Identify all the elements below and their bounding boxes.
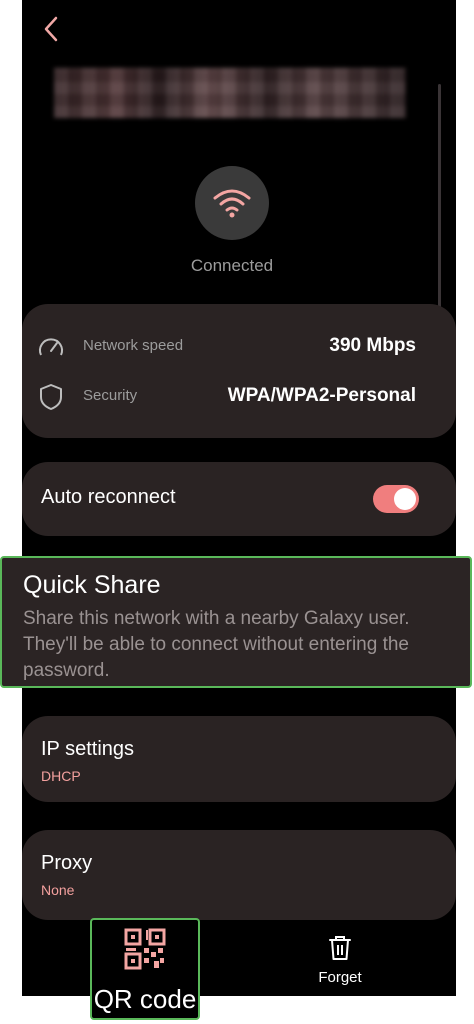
qr-code-icon [124, 928, 166, 970]
ip-settings-value: DHCP [41, 768, 81, 784]
quick-share-item[interactable]: Quick Share Share this network with a ne… [0, 556, 472, 688]
wifi-icon [213, 189, 251, 218]
network-speed-label: Network speed [83, 337, 184, 354]
network-name-redacted [54, 68, 406, 118]
connection-status: Connected [190, 256, 274, 275]
chevron-left-icon [44, 16, 58, 42]
auto-reconnect-card[interactable]: Auto reconnect [22, 462, 456, 536]
auto-reconnect-toggle[interactable] [373, 485, 419, 513]
qr-code-label: QR code [93, 984, 197, 1014]
wifi-details-screen: Connected Network speed 390 Mbps Securit… [22, 0, 456, 996]
forget-button[interactable]: Forget [300, 934, 380, 994]
scrollbar[interactable] [438, 84, 441, 324]
proxy-title: Proxy [41, 852, 93, 874]
quick-share-title: Quick Share [23, 571, 161, 599]
shield-icon [36, 382, 66, 412]
ip-settings-card[interactable]: IP settings DHCP [22, 716, 456, 802]
security-label: Security [83, 387, 138, 404]
proxy-card[interactable]: Proxy None [22, 830, 456, 920]
speedometer-icon [36, 332, 66, 362]
network-speed-row: Network speed 390 Mbps [22, 332, 456, 362]
qr-code-button[interactable]: QR code [90, 918, 200, 1020]
back-button[interactable] [36, 14, 66, 44]
toggle-knob [394, 488, 416, 510]
ip-settings-title: IP settings [41, 738, 135, 760]
network-details-card: Network speed 390 Mbps Security WPA/WPA2… [22, 304, 456, 438]
proxy-value: None [41, 882, 75, 898]
wifi-status-icon [195, 166, 269, 240]
security-row: Security WPA/WPA2-Personal [22, 382, 456, 412]
network-speed-value: 390 Mbps [329, 335, 416, 356]
quick-share-description: Share this network with a nearby Galaxy … [23, 608, 410, 681]
auto-reconnect-label: Auto reconnect [41, 486, 176, 508]
bottom-action-bar [22, 920, 456, 996]
forget-label: Forget [318, 969, 362, 986]
trash-icon [329, 936, 351, 960]
security-value: WPA/WPA2-Personal [227, 385, 416, 406]
